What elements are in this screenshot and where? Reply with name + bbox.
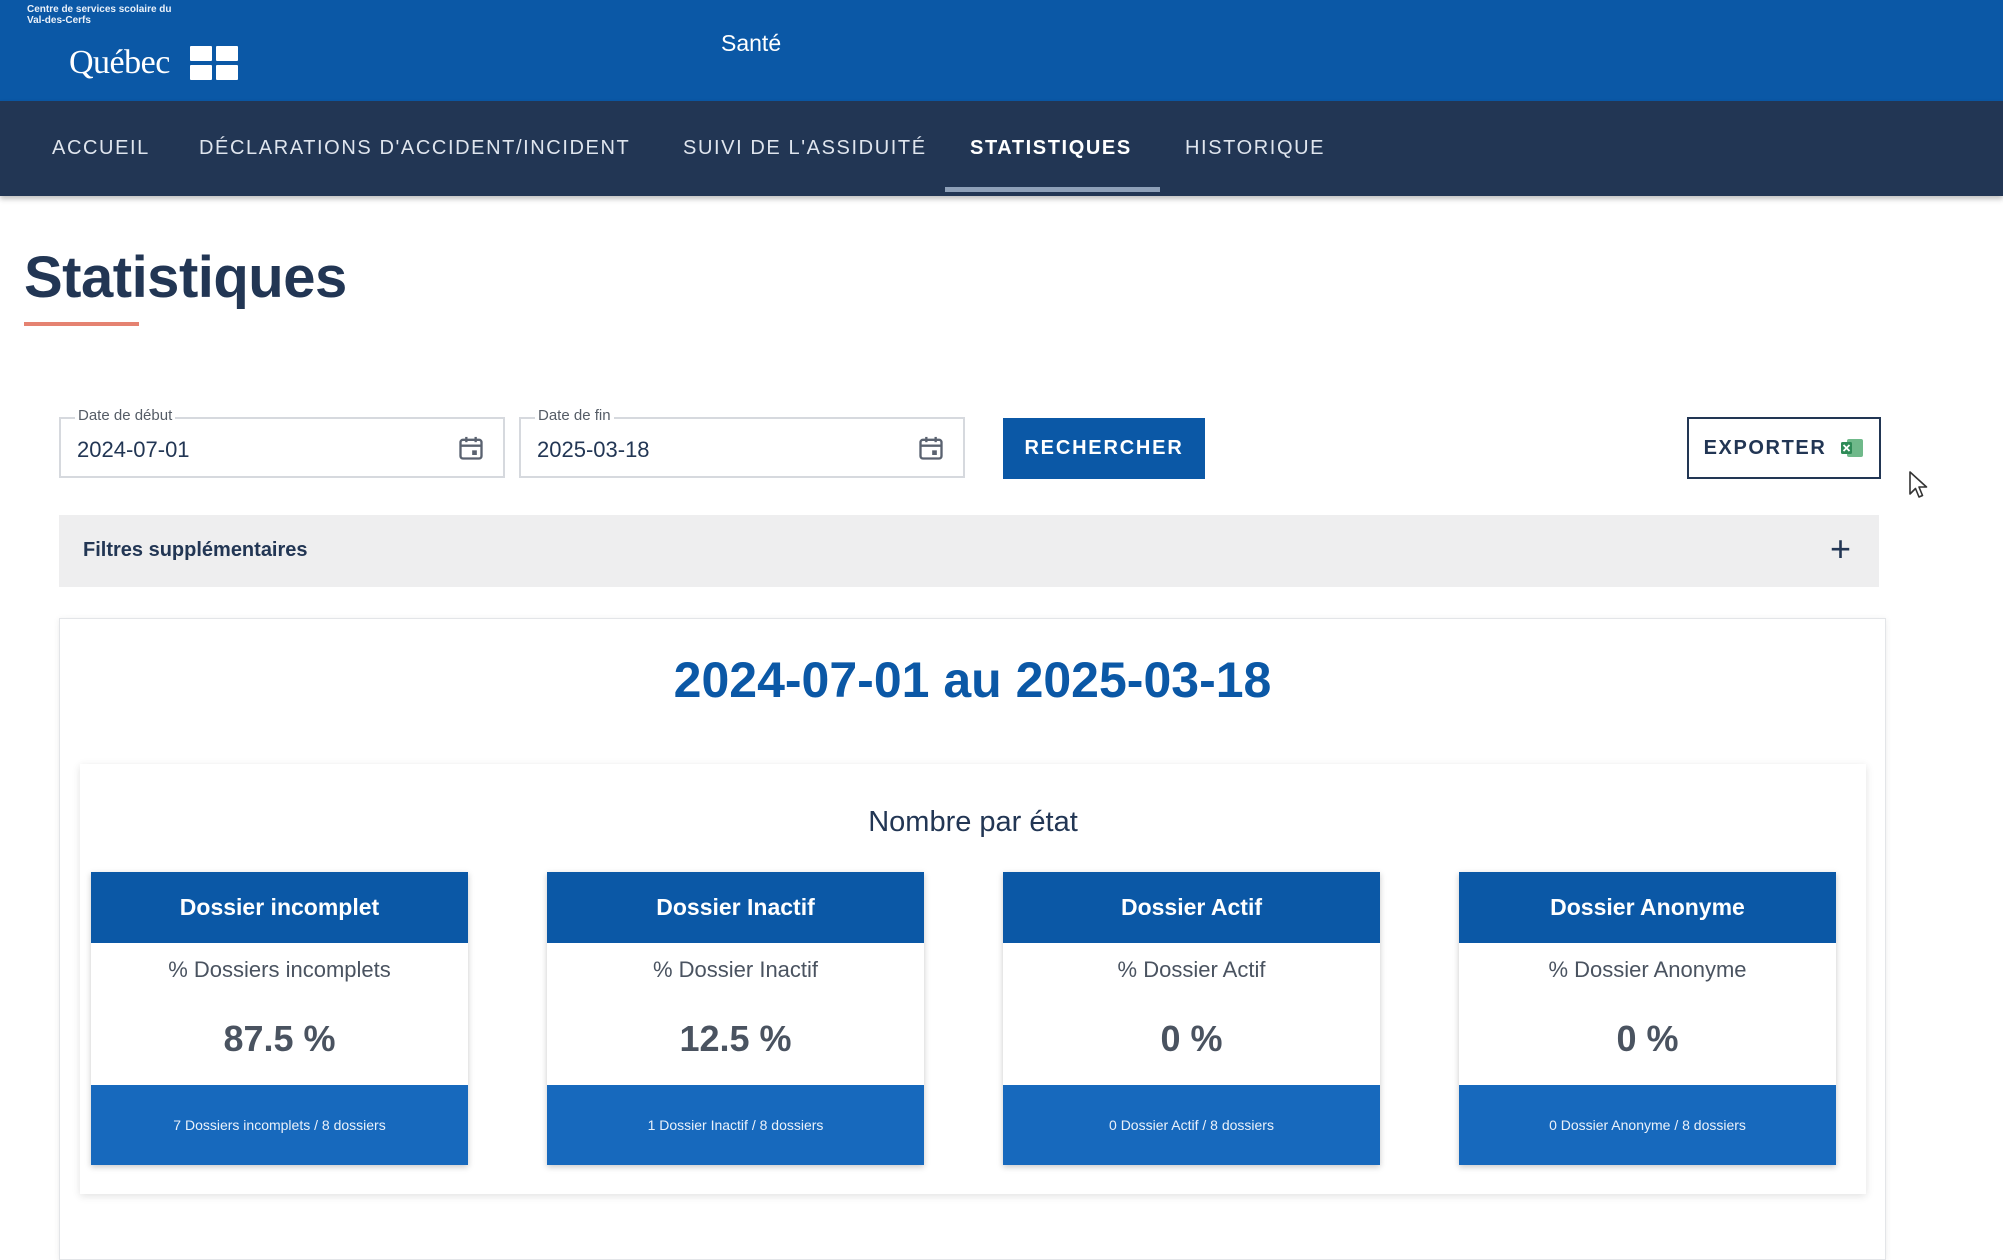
- nav-item-accueil[interactable]: ACCUEIL: [52, 101, 150, 196]
- stat-card-title: Dossier Anonyme: [1459, 872, 1836, 943]
- section-title: Nombre par état: [868, 806, 1078, 838]
- page-title: Statistiques: [24, 245, 347, 310]
- stat-card-value: 0 %: [1616, 1018, 1679, 1059]
- stat-card-value: 0 %: [1160, 1018, 1223, 1059]
- calendar-icon[interactable]: [917, 434, 945, 462]
- mouse-cursor-icon: [1909, 471, 1928, 498]
- end-date-field[interactable]: Date de fin 2025-03-18: [519, 407, 965, 478]
- stat-card-subtitle: % Dossier Actif: [1117, 957, 1266, 982]
- fleur-de-lis-flag-icon: [190, 46, 238, 80]
- quebec-logo[interactable]: Centre de services scolaire du Val-des-C…: [27, 4, 238, 81]
- top-header: Centre de services scolaire du Val-des-C…: [0, 0, 2003, 101]
- stat-card-footer: 0 Dossier Actif / 8 dossiers: [1003, 1085, 1380, 1165]
- stat-card-subtitle: % Dossiers incomplets: [168, 957, 391, 982]
- stat-card-subtitle: % Dossier Inactif: [652, 957, 819, 982]
- start-date-field[interactable]: Date de début 2024-07-01: [59, 407, 505, 478]
- plus-icon[interactable]: +: [1830, 531, 1851, 567]
- logo-org-name: Centre de services scolaire du Val-des-C…: [27, 4, 172, 26]
- state-count-section: Nombre par état Dossier incomplet % Doss…: [80, 764, 1866, 1194]
- calendar-icon[interactable]: [457, 434, 485, 462]
- stat-card-incomplet: Dossier incomplet % Dossiers incomplets …: [91, 872, 468, 1165]
- stat-card-subtitle: % Dossier Anonyme: [1548, 957, 1747, 982]
- stat-card-actif: Dossier Actif % Dossier Actif 0 % 0 Doss…: [1003, 872, 1380, 1165]
- stat-card-footer: 7 Dossiers incomplets / 8 dossiers: [91, 1085, 468, 1165]
- start-date-label: Date de début: [75, 407, 176, 424]
- stat-card-inactif: Dossier Inactif % Dossier Inactif 12.5 %…: [547, 872, 924, 1165]
- excel-icon: [1841, 439, 1864, 457]
- additional-filters-toggle[interactable]: Filtres supplémentaires +: [59, 515, 1879, 587]
- nav-item-statistiques[interactable]: STATISTIQUES: [970, 101, 1132, 196]
- stat-card-title: Dossier Inactif: [547, 872, 924, 943]
- nav-item-suivi-assiduite[interactable]: SUIVI DE L'ASSIDUITÉ: [683, 101, 927, 196]
- export-button-label: EXPORTER: [1703, 436, 1827, 459]
- stat-card-title: Dossier Actif: [1003, 872, 1380, 943]
- nav-item-declarations[interactable]: DÉCLARATIONS D'ACCIDENT/INCIDENT: [199, 101, 630, 196]
- nav-item-historique[interactable]: HISTORIQUE: [1185, 101, 1325, 196]
- stat-card-anonyme: Dossier Anonyme % Dossier Anonyme 0 % 0 …: [1459, 872, 1836, 1165]
- nav-active-indicator: [945, 187, 1160, 192]
- stat-card-value: 12.5 %: [679, 1018, 792, 1059]
- main-nav: ACCUEIL DÉCLARATIONS D'ACCIDENT/INCIDENT…: [0, 101, 2003, 196]
- logo-quebec-text: Québec: [69, 44, 170, 81]
- stat-card-footer: 0 Dossier Anonyme / 8 dossiers: [1459, 1085, 1836, 1165]
- start-date-value: 2024-07-01: [77, 437, 190, 462]
- filters-label: Filtres supplémentaires: [83, 539, 308, 561]
- end-date-label: Date de fin: [535, 407, 614, 424]
- site-title: Santé: [721, 30, 782, 56]
- date-range-title: 2024-07-01 au 2025-03-18: [673, 652, 1272, 708]
- stat-card-footer: 1 Dossier Inactif / 8 dossiers: [547, 1085, 924, 1165]
- results-panel: 2024-07-01 au 2025-03-18 Nombre par état…: [59, 618, 1886, 1260]
- search-button[interactable]: RECHERCHER: [1003, 418, 1205, 479]
- title-accent-line: [24, 322, 139, 326]
- stat-card-title: Dossier incomplet: [91, 872, 468, 943]
- export-button[interactable]: EXPORTER: [1687, 417, 1881, 479]
- stat-card-value: 87.5 %: [223, 1018, 336, 1059]
- end-date-value: 2025-03-18: [537, 437, 650, 462]
